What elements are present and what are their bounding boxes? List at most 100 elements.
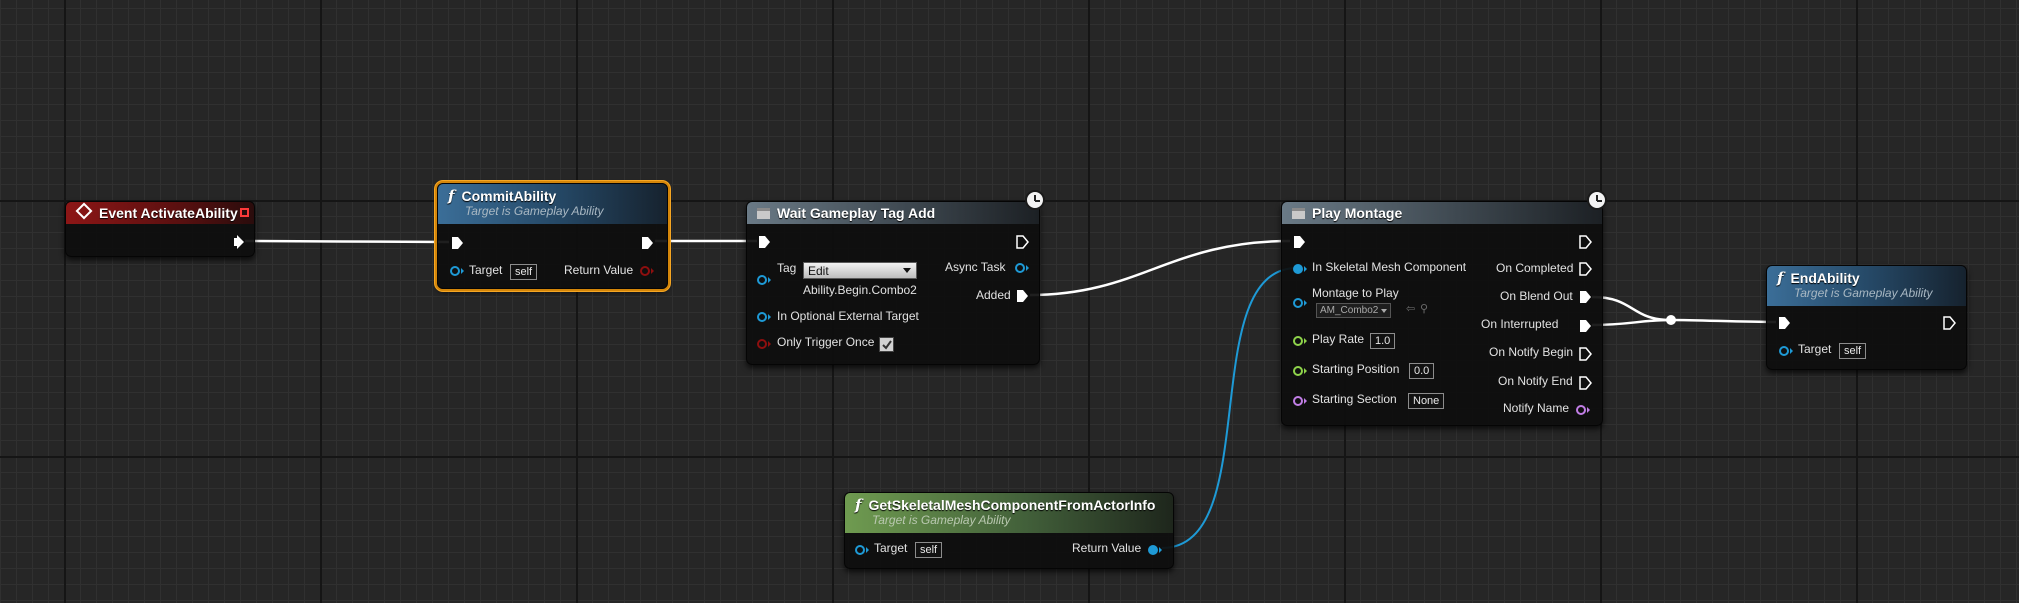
montage-completed-pin[interactable]: [1578, 262, 1592, 276]
commit-node-title: CommitAbility: [461, 188, 557, 204]
wait-node-title: Wait Gameplay Tag Add: [777, 205, 936, 221]
montage-node-title: Play Montage: [1312, 205, 1403, 221]
wait-added-exec-pin[interactable]: [1015, 289, 1029, 303]
wait-async-pin[interactable]: [1015, 263, 1029, 273]
wait-exec-out-pin[interactable]: [1015, 235, 1029, 249]
get-skeletal-mesh-node[interactable]: f GetSkeletalMeshComponentFromActorInfo T…: [844, 492, 1174, 569]
montage-start-pos-pin[interactable]: [1293, 366, 1307, 376]
object-wire-mesh: [1161, 267, 1298, 549]
wait-async-label: Async Task: [945, 260, 1006, 274]
wait-tag-dropdown[interactable]: Edit: [803, 262, 917, 279]
montage-to-play-label: Montage to Play: [1312, 286, 1399, 300]
commit-target-value[interactable]: self: [510, 264, 538, 280]
use-selected-arrow-icon[interactable]: ⇦: [1406, 302, 1415, 315]
montage-notify-name-pin[interactable]: [1576, 405, 1590, 415]
wait-gameplay-tag-add-node[interactable]: Wait Gameplay Tag Add Tag Edit Ability.B…: [746, 201, 1040, 365]
montage-start-pos-value[interactable]: 0.0: [1409, 363, 1435, 379]
wait-tag-label: Tag: [777, 261, 797, 275]
function-f-icon: f: [855, 496, 862, 514]
end-target-label: Target: [1798, 342, 1832, 356]
getmesh-target-pin[interactable]: [855, 545, 869, 555]
end-target-pin[interactable]: [1779, 346, 1793, 356]
getmesh-target-value[interactable]: self: [915, 542, 943, 558]
getmesh-return-label: Return Value: [1072, 541, 1142, 555]
montage-interrupted-pin[interactable]: [1578, 319, 1592, 333]
montage-asset-value: AM_Combo2: [1320, 305, 1379, 316]
montage-exec-in-pin[interactable]: [1292, 235, 1306, 249]
wait-node-header[interactable]: Wait Gameplay Tag Add: [747, 202, 1039, 224]
commit-ability-node[interactable]: f CommitAbility Target is Gameplay Abilit…: [437, 183, 668, 289]
montage-exec-out-pin[interactable]: [1578, 235, 1592, 249]
function-f-icon: f: [1777, 269, 1784, 287]
exec-wire-reroute-to-end: [1670, 318, 1777, 324]
montage-mesh-pin[interactable]: [1293, 264, 1307, 274]
montage-rate-value[interactable]: 1.0: [1370, 333, 1396, 349]
montage-node-header[interactable]: Play Montage: [1282, 202, 1602, 224]
end-ability-node[interactable]: f EndAbility Target is Gameplay Ability T…: [1766, 265, 1967, 370]
reroute-knot: [1666, 315, 1676, 325]
montage-section-label: Starting Section: [1312, 392, 1397, 406]
exec-wire-blendout-to-reroute: [1591, 295, 1672, 322]
commit-node-subtitle: Target is Gameplay Ability: [465, 204, 604, 218]
montage-notify-name-label: Notify Name: [1503, 401, 1570, 415]
montage-section-value[interactable]: None: [1408, 393, 1445, 409]
montage-to-play-pin[interactable]: [1293, 298, 1307, 308]
montage-notify-end-label: On Notify End: [1498, 374, 1573, 388]
commit-exec-out-pin[interactable]: [640, 236, 654, 250]
chevron-down-icon: [903, 268, 911, 273]
commit-return-pin[interactable]: [640, 266, 654, 276]
function-f-icon: f: [448, 187, 455, 205]
wait-trigger-once-checkbox[interactable]: [879, 337, 894, 352]
wait-external-target-pin[interactable]: [757, 312, 771, 322]
montage-notify-begin-pin[interactable]: [1578, 347, 1592, 361]
montage-notify-end-pin[interactable]: [1578, 376, 1592, 390]
montage-interrupted-label: On Interrupted: [1481, 317, 1559, 331]
commit-node-header[interactable]: f CommitAbility Target is Gameplay Abilit…: [438, 184, 667, 224]
exec-wire-added-to-montage: [1029, 239, 1291, 297]
checkmark-icon: [882, 340, 892, 350]
montage-section-pin[interactable]: [1293, 396, 1307, 406]
wait-tag-dropdown-value: Edit: [808, 264, 829, 278]
commit-exec-in-pin[interactable]: [450, 236, 464, 250]
macro-icon: [757, 208, 770, 219]
montage-rate-pin[interactable]: [1293, 336, 1307, 346]
montage-asset-picker[interactable]: AM_Combo2: [1316, 303, 1392, 318]
wait-added-label: Added: [976, 288, 1011, 302]
montage-blendout-pin[interactable]: [1578, 290, 1592, 304]
end-node-title: EndAbility: [1790, 270, 1860, 286]
exec-wire-event-to-commit: [244, 239, 450, 244]
event-node-title: Event ActivateAbility: [99, 205, 238, 221]
wait-trigger-once-label: Only Trigger Once: [777, 335, 875, 349]
getmesh-target-label: Target: [874, 541, 908, 555]
end-node-subtitle: Target is Gameplay Ability: [1794, 286, 1933, 300]
browse-search-icon[interactable]: ⚲: [1420, 302, 1428, 315]
getmesh-node-subtitle: Target is Gameplay Ability: [872, 513, 1011, 527]
commit-target-pin[interactable]: [450, 266, 464, 276]
event-diamond-icon: [75, 202, 93, 220]
chevron-down-icon: [1381, 309, 1388, 313]
macro-icon: [1292, 208, 1305, 219]
end-exec-in-pin[interactable]: [1777, 316, 1791, 330]
end-node-header[interactable]: f EndAbility Target is Gameplay Ability: [1767, 266, 1966, 306]
montage-blendout-label: On Blend Out: [1500, 289, 1573, 303]
montage-mesh-label: In Skeletal Mesh Component: [1312, 260, 1467, 274]
event-delegate-pin[interactable]: [240, 208, 249, 217]
event-exec-out-pin[interactable]: [234, 235, 244, 249]
end-exec-out-pin[interactable]: [1942, 316, 1956, 330]
event-node-header[interactable]: Event ActivateAbility: [66, 202, 254, 224]
getmesh-node-header[interactable]: f GetSkeletalMeshComponentFromActorInfo T…: [845, 493, 1173, 533]
end-target-value[interactable]: self: [1839, 343, 1867, 359]
event-activate-ability-node[interactable]: Event ActivateAbility: [65, 201, 255, 257]
montage-completed-label: On Completed: [1496, 261, 1574, 275]
blueprint-graph-canvas[interactable]: Event ActivateAbility f CommitAbility Tar…: [0, 0, 2019, 603]
wait-trigger-once-pin[interactable]: [757, 339, 771, 349]
wait-tag-pin[interactable]: [757, 275, 771, 285]
exec-wire-interrupted-to-reroute: [1591, 318, 1672, 327]
montage-rate-label: Play Rate: [1312, 332, 1365, 346]
montage-start-pos-label: Starting Position: [1312, 362, 1400, 376]
getmesh-return-pin[interactable]: [1148, 545, 1162, 555]
clock-icon: [1025, 190, 1045, 210]
wait-exec-in-pin[interactable]: [757, 235, 771, 249]
play-montage-node[interactable]: Play Montage In Skeletal Mesh Component …: [1281, 201, 1603, 426]
commit-target-label: Target: [469, 263, 503, 277]
